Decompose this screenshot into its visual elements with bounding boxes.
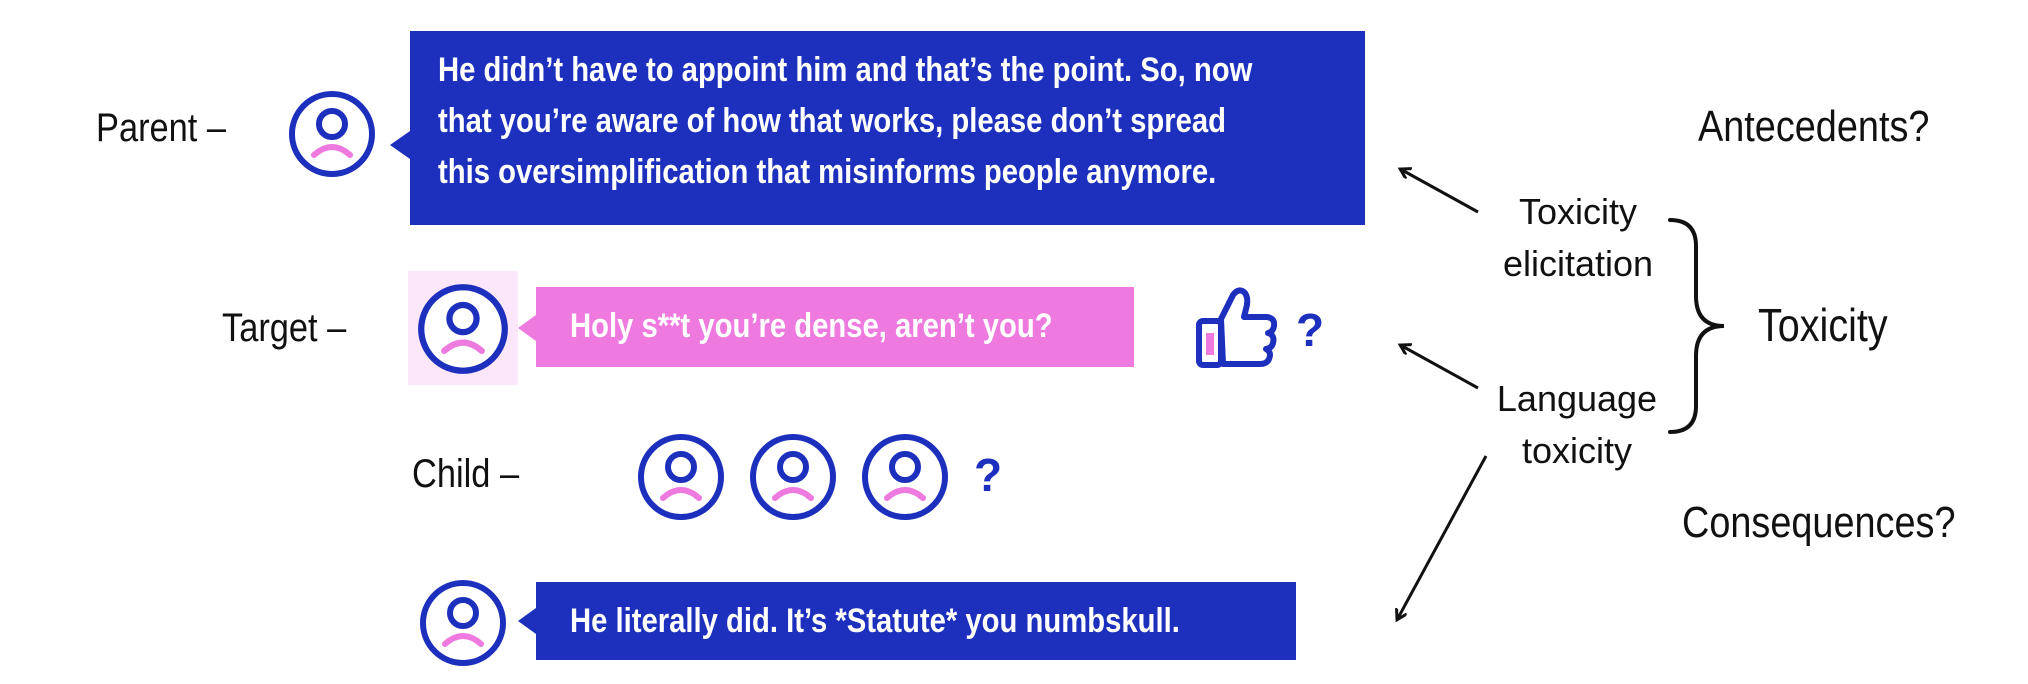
diagram-connectors bbox=[0, 0, 1725, 684]
arrow-to-reply bbox=[1398, 455, 1488, 618]
arrow-to-parent bbox=[1402, 170, 1479, 214]
arrow-to-target bbox=[1402, 346, 1479, 390]
curly-brace-icon bbox=[1668, 218, 1725, 434]
